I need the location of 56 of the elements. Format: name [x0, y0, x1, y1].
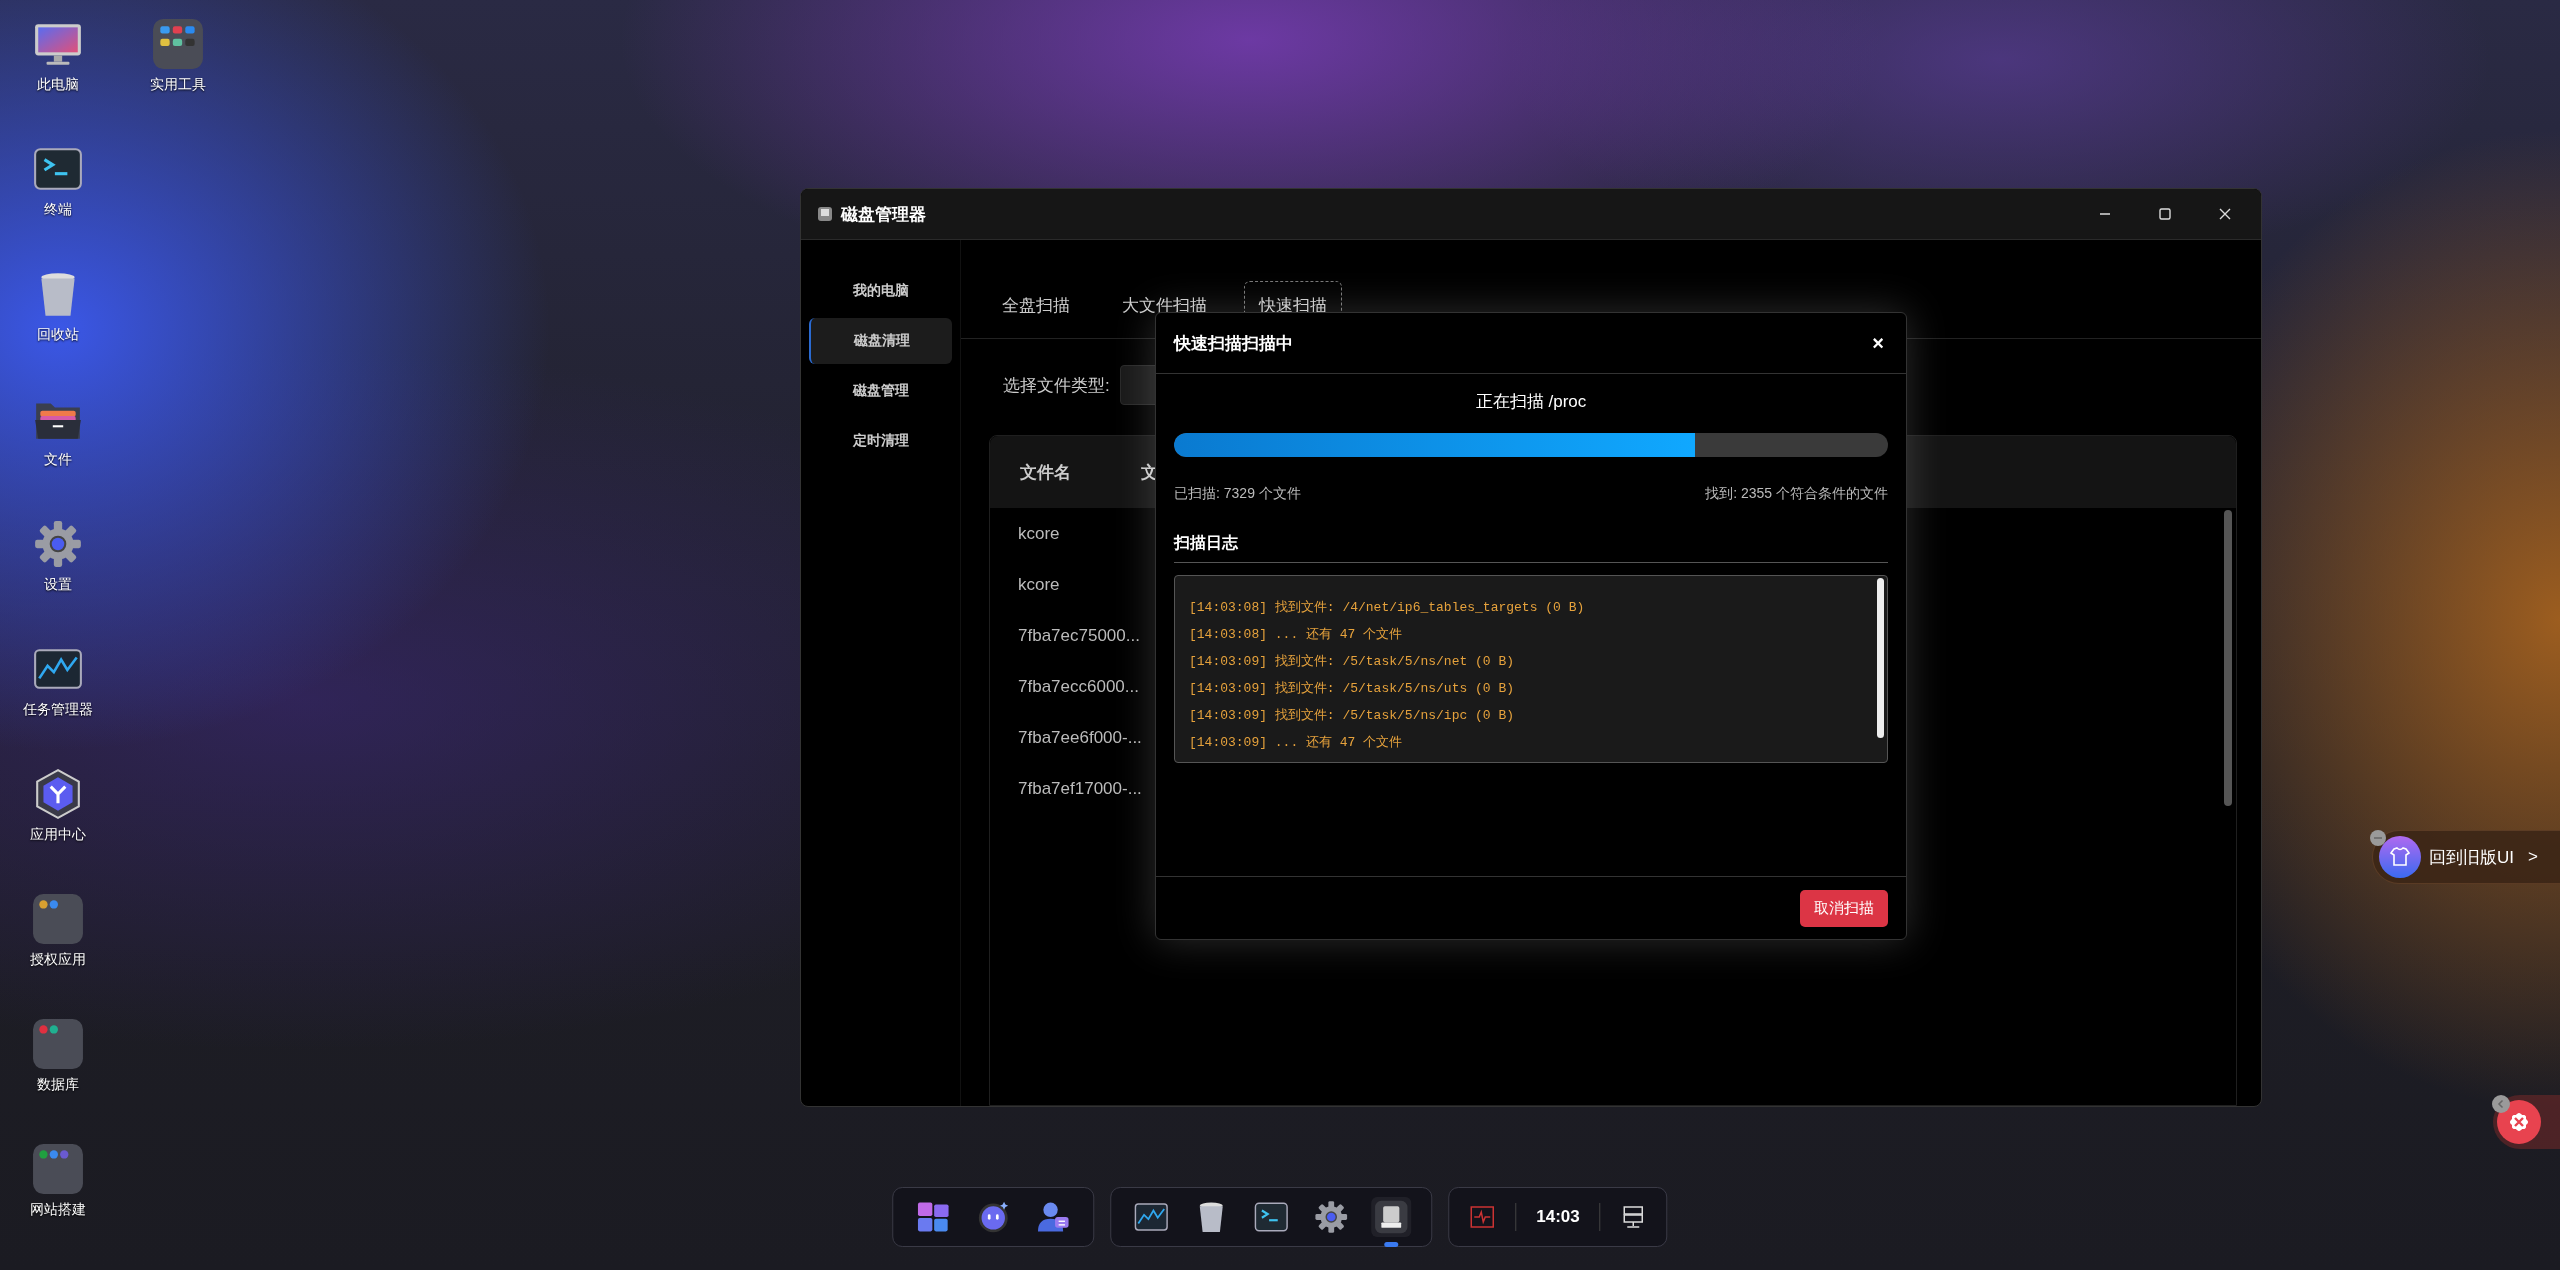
log-line: [14:03:09] 找到文件: /5/task/5/ns/ipc (0 B) [1189, 707, 1516, 725]
desktop-shortcut[interactable]: 应用中心 [0, 760, 116, 885]
sidebar-item[interactable]: 我的电脑 [809, 268, 952, 314]
dialog-title: 快速扫描扫描中 [1174, 332, 1293, 355]
close-button[interactable]: × [1866, 329, 1890, 357]
window-title: 磁盘管理器 [841, 203, 926, 226]
desktop-shortcut[interactable]: 数据库 [0, 1010, 116, 1135]
pulse-icon [1469, 1204, 1496, 1230]
old-ui-button[interactable]: 回到旧版UI > [2372, 830, 2560, 884]
log-line: [14:03:09] 找到文件: /5/task/5/ns/net (0 B) [1189, 653, 1516, 671]
table-cell: 7fba7ee6f000-... [1018, 727, 1142, 748]
table-cell: kcore [1018, 523, 1060, 544]
chevron-icon[interactable] [2492, 1095, 2510, 1113]
desktop-shortcut[interactable]: 实用工具 [120, 10, 236, 135]
log-line: [14:03:08] 找到文件: /4/net/ip6_tables_targets (0 B) [1189, 599, 1586, 617]
gear-icon [32, 518, 84, 570]
desktop-shortcut[interactable]: 网站搭建 [0, 1135, 116, 1260]
gear-icon [1313, 1199, 1350, 1235]
log-line: [14:03:09] ... 还有 47 个文件 [1189, 734, 1404, 752]
sidebar-item[interactable]: 磁盘清理 [809, 318, 952, 364]
sidebar-item[interactable]: 磁盘管理 [809, 368, 952, 414]
table-cell: 7fba7ec75000... [1018, 625, 1140, 646]
app-folder-icon [32, 1018, 84, 1070]
desktop-shortcut[interactable]: 授权应用 [0, 885, 116, 1010]
app-folder-icon [32, 893, 84, 945]
close-icon [2218, 207, 2232, 221]
filter-label: 选择文件类型: [1003, 374, 1110, 397]
scan-status: 正在扫描 /proc [1474, 391, 1588, 413]
app-folder-icon [152, 18, 204, 70]
tab[interactable]: 全盘扫描 [987, 281, 1085, 330]
minus-icon[interactable] [2370, 830, 2386, 846]
app-folder-icon [32, 1143, 84, 1195]
log-title: 扫描日志 [1174, 533, 1888, 563]
sidebar-item[interactable]: 定时清理 [809, 418, 952, 464]
desktop-shortcut[interactable]: 回收站 [0, 260, 116, 385]
cancel-button[interactable]: 取消扫描 [1800, 889, 1888, 927]
clock: 14:03 [1536, 1207, 1580, 1227]
column-header: 文件名 [1020, 461, 1071, 484]
log-line: [14:03:09] 找到文件: /5/task/5/ns/uts (0 B) [1189, 680, 1516, 698]
scanned-count: 已扫描: 7329 个文件 [1174, 485, 1301, 503]
table-cell: 7fba7ef17000-... [1018, 778, 1142, 799]
scrollbar[interactable] [1877, 578, 1884, 738]
shirt-icon [2379, 836, 2421, 878]
maximize-icon [2158, 207, 2172, 221]
desktop-shortcut[interactable]: 设置 [0, 510, 116, 635]
desktop-shortcut[interactable]: 文件 [0, 385, 116, 510]
table-cell: kcore [1018, 574, 1060, 595]
found-count: 找到: 2355 个符合条件的文件 [1705, 485, 1888, 503]
active-indicator [1384, 1242, 1399, 1247]
desktop-shortcut[interactable]: 此电脑 [0, 10, 116, 135]
scrollbar[interactable] [2224, 510, 2232, 806]
desktop-shortcut[interactable]: 任务管理器 [0, 635, 116, 760]
table-cell: 7fba7ecc6000... [1018, 676, 1139, 697]
desktop-shortcut[interactable]: 终端 [0, 135, 116, 260]
log-line: [14:03:08] ... 还有 47 个文件 [1189, 626, 1404, 644]
flower-x-icon[interactable] [2497, 1100, 2541, 1144]
